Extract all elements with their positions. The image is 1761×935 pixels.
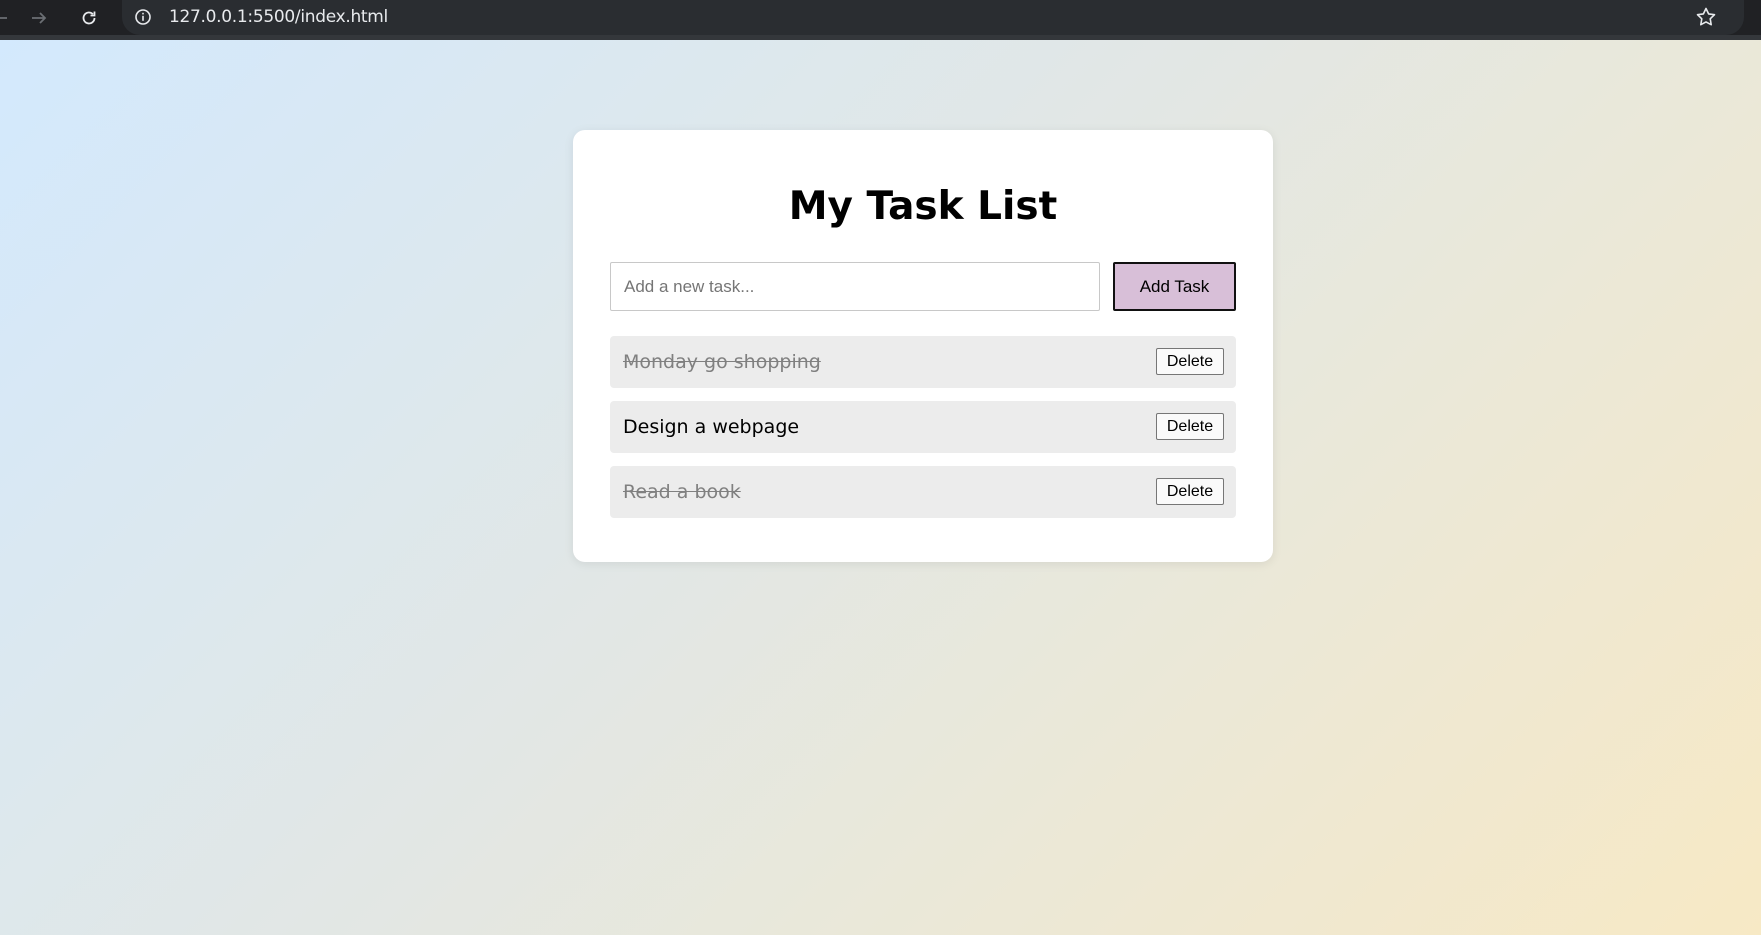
task-item[interactable]: Monday go shopping Delete <box>610 336 1236 388</box>
page-background: My Task List Add Task Monday go shopping… <box>0 40 1761 935</box>
reload-icon[interactable] <box>75 4 103 32</box>
add-task-button[interactable]: Add Task <box>1113 262 1236 311</box>
task-text[interactable]: Design a webpage <box>623 416 799 438</box>
task-list: Monday go shopping Delete Design a webpa… <box>610 336 1236 531</box>
task-text[interactable]: Monday go shopping <box>623 351 821 373</box>
address-bar[interactable]: 127.0.0.1:5500/index.html <box>122 0 1744 35</box>
delete-task-button[interactable]: Delete <box>1156 413 1224 440</box>
task-text[interactable]: Read a book <box>623 481 741 503</box>
task-item[interactable]: Design a webpage Delete <box>610 401 1236 453</box>
browser-toolbar: 127.0.0.1:5500/index.html <box>0 0 1761 40</box>
forward-arrow-icon[interactable] <box>25 4 53 32</box>
delete-task-button[interactable]: Delete <box>1156 478 1224 505</box>
task-list-card: My Task List Add Task Monday go shopping… <box>573 130 1273 562</box>
delete-task-button[interactable]: Delete <box>1156 348 1224 375</box>
task-item[interactable]: Read a book Delete <box>610 466 1236 518</box>
back-arrow-icon[interactable] <box>0 4 14 32</box>
page-title: My Task List <box>788 184 1058 229</box>
bookmark-star-icon[interactable] <box>1694 5 1718 29</box>
new-task-input[interactable] <box>610 262 1100 311</box>
url-text[interactable]: 127.0.0.1:5500/index.html <box>169 7 388 27</box>
info-icon[interactable] <box>134 8 152 26</box>
